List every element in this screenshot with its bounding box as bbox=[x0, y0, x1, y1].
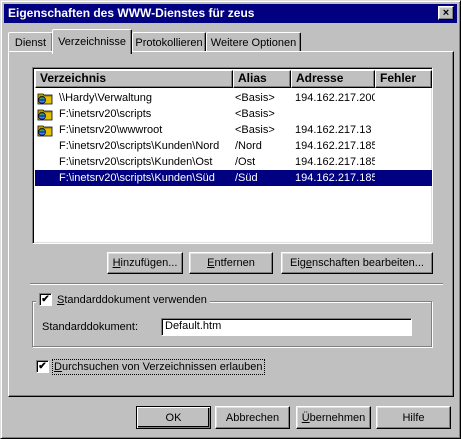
cell-directory: F:\inetsrv20\scripts\Kunden\Ost bbox=[59, 156, 213, 168]
cell-directory: F:\inetsrv20\scripts\Kunden\Süd bbox=[59, 172, 215, 184]
default-document-checkbox[interactable]: ✔ Standarddokument verwenden bbox=[36, 293, 210, 306]
apply-button-label: Übernehmen bbox=[301, 411, 366, 424]
help-button[interactable]: Hilfe bbox=[376, 406, 451, 429]
edit-properties-button-label: Eigenschaften bearbeiten... bbox=[290, 257, 424, 269]
add-button[interactable]: Hinzufügen... bbox=[107, 252, 183, 274]
column-header-adresse[interactable]: Adresse bbox=[291, 70, 375, 88]
table-row[interactable]: F:\inetsrv20\scripts <Basis> bbox=[35, 106, 432, 122]
directory-browsing-checkbox[interactable]: ✔ Durchsuchen von Verzeichnissen erlaube… bbox=[36, 358, 265, 375]
cell-address: 194.162.217.185 bbox=[295, 140, 375, 152]
checkbox-box[interactable]: ✔ bbox=[39, 293, 52, 306]
tab-dienst[interactable]: Dienst bbox=[8, 32, 53, 52]
cell-error bbox=[377, 138, 432, 154]
cell-error bbox=[377, 106, 432, 122]
check-mark-icon: ✔ bbox=[38, 360, 47, 372]
add-button-label: Hinzufügen... bbox=[112, 257, 178, 269]
cell-alias: /Ost bbox=[235, 156, 256, 168]
cell-alias: <Basis> bbox=[235, 108, 275, 120]
default-document-field-label: Standarddokument: bbox=[42, 321, 139, 333]
directory-browsing-checkbox-label: Durchsuchen von Verzeichnissen erlauben bbox=[52, 358, 265, 375]
column-header-fehler[interactable]: Fehler bbox=[375, 70, 432, 88]
remove-button[interactable]: Entfernen bbox=[189, 252, 273, 274]
table-row[interactable]: F:\inetsrv20\scripts\Kunden\Nord/Nord 194… bbox=[35, 138, 432, 154]
tab-label: Verzeichnisse bbox=[58, 36, 126, 48]
tab-label: Protokollieren bbox=[135, 36, 203, 49]
dialog-window: Eigenschaften des WWW-Dienstes für zeus … bbox=[0, 0, 461, 439]
cell-directory: F:\inetsrv20\scripts bbox=[59, 108, 152, 120]
window-title: Eigenschaften des WWW-Dienstes für zeus bbox=[8, 6, 255, 20]
edit-properties-button[interactable]: Eigenschaften bearbeiten... bbox=[281, 252, 433, 274]
directory-list[interactable]: Verzeichnis Alias Adresse Fehler \\Hardy… bbox=[32, 67, 433, 244]
separator bbox=[30, 283, 443, 285]
tab-weitere-optionen[interactable]: Weitere Optionen bbox=[206, 32, 301, 52]
folder-globe-icon bbox=[37, 125, 53, 137]
table-row[interactable]: \\Hardy\Verwaltung <Basis> 194.162.217.200 bbox=[35, 90, 432, 106]
cell-address: 194.162.217.185 bbox=[295, 172, 375, 184]
column-header-verzeichnis[interactable]: Verzeichnis bbox=[35, 70, 233, 88]
close-button[interactable]: × bbox=[438, 6, 454, 20]
tab-verzeichnisse[interactable]: Verzeichnisse bbox=[52, 29, 132, 54]
cancel-button-label: Abbrechen bbox=[225, 411, 280, 424]
checkbox-box[interactable]: ✔ bbox=[36, 360, 49, 373]
cell-address: 194.162.217.200 bbox=[295, 92, 375, 104]
cell-alias: /Süd bbox=[235, 172, 258, 184]
ok-button[interactable]: OK bbox=[136, 406, 211, 429]
ok-button-label: OK bbox=[165, 411, 182, 424]
cell-error bbox=[377, 122, 432, 138]
tab-label: Weitere Optionen bbox=[210, 36, 297, 49]
help-button-label: Hilfe bbox=[402, 411, 425, 424]
cell-directory: \\Hardy\Verwaltung bbox=[59, 92, 152, 104]
cell-alias: <Basis> bbox=[235, 124, 275, 136]
folder-globe-icon bbox=[37, 93, 53, 105]
cell-alias: <Basis> bbox=[235, 92, 275, 104]
cell-address: 194.162.217.185 bbox=[295, 156, 375, 168]
tab-protokollieren[interactable]: Protokollieren bbox=[132, 32, 206, 52]
default-document-input[interactable]: Default.htm bbox=[161, 318, 412, 336]
title-bar[interactable]: Eigenschaften des WWW-Dienstes für zeus … bbox=[4, 4, 457, 23]
table-row[interactable]: F:\inetsrv20\wwwroot <Basis> 194.162.217.1… bbox=[35, 122, 432, 138]
close-icon: × bbox=[442, 6, 450, 19]
table-row[interactable]: F:\inetsrv20\scripts\Kunden\Ost/Ost 194.1… bbox=[35, 154, 432, 170]
cell-error bbox=[377, 170, 432, 186]
cell-address: 194.162.217.13 bbox=[295, 124, 372, 136]
apply-button[interactable]: Übernehmen bbox=[296, 406, 371, 429]
list-header: Verzeichnis Alias Adresse Fehler bbox=[35, 70, 432, 88]
folder-globe-icon bbox=[37, 109, 53, 121]
cell-address bbox=[295, 106, 375, 122]
cell-alias: /Nord bbox=[235, 140, 262, 152]
default-document-checkbox-label: Standarddokument verwenden bbox=[57, 293, 207, 306]
cell-error bbox=[377, 154, 432, 170]
table-row[interactable]: F:\inetsrv20\scripts\Kunden\Süd/Süd 194.1… bbox=[35, 170, 432, 186]
check-mark-icon: ✔ bbox=[41, 293, 50, 305]
tab-label: Dienst bbox=[14, 36, 47, 49]
remove-button-label: Entfernen bbox=[207, 257, 255, 269]
cell-directory: F:\inetsrv20\scripts\Kunden\Nord bbox=[59, 140, 220, 152]
cell-error bbox=[377, 90, 432, 106]
cell-directory: F:\inetsrv20\wwwroot bbox=[59, 124, 163, 136]
cancel-button[interactable]: Abbrechen bbox=[215, 406, 290, 429]
column-header-alias[interactable]: Alias bbox=[233, 70, 291, 88]
